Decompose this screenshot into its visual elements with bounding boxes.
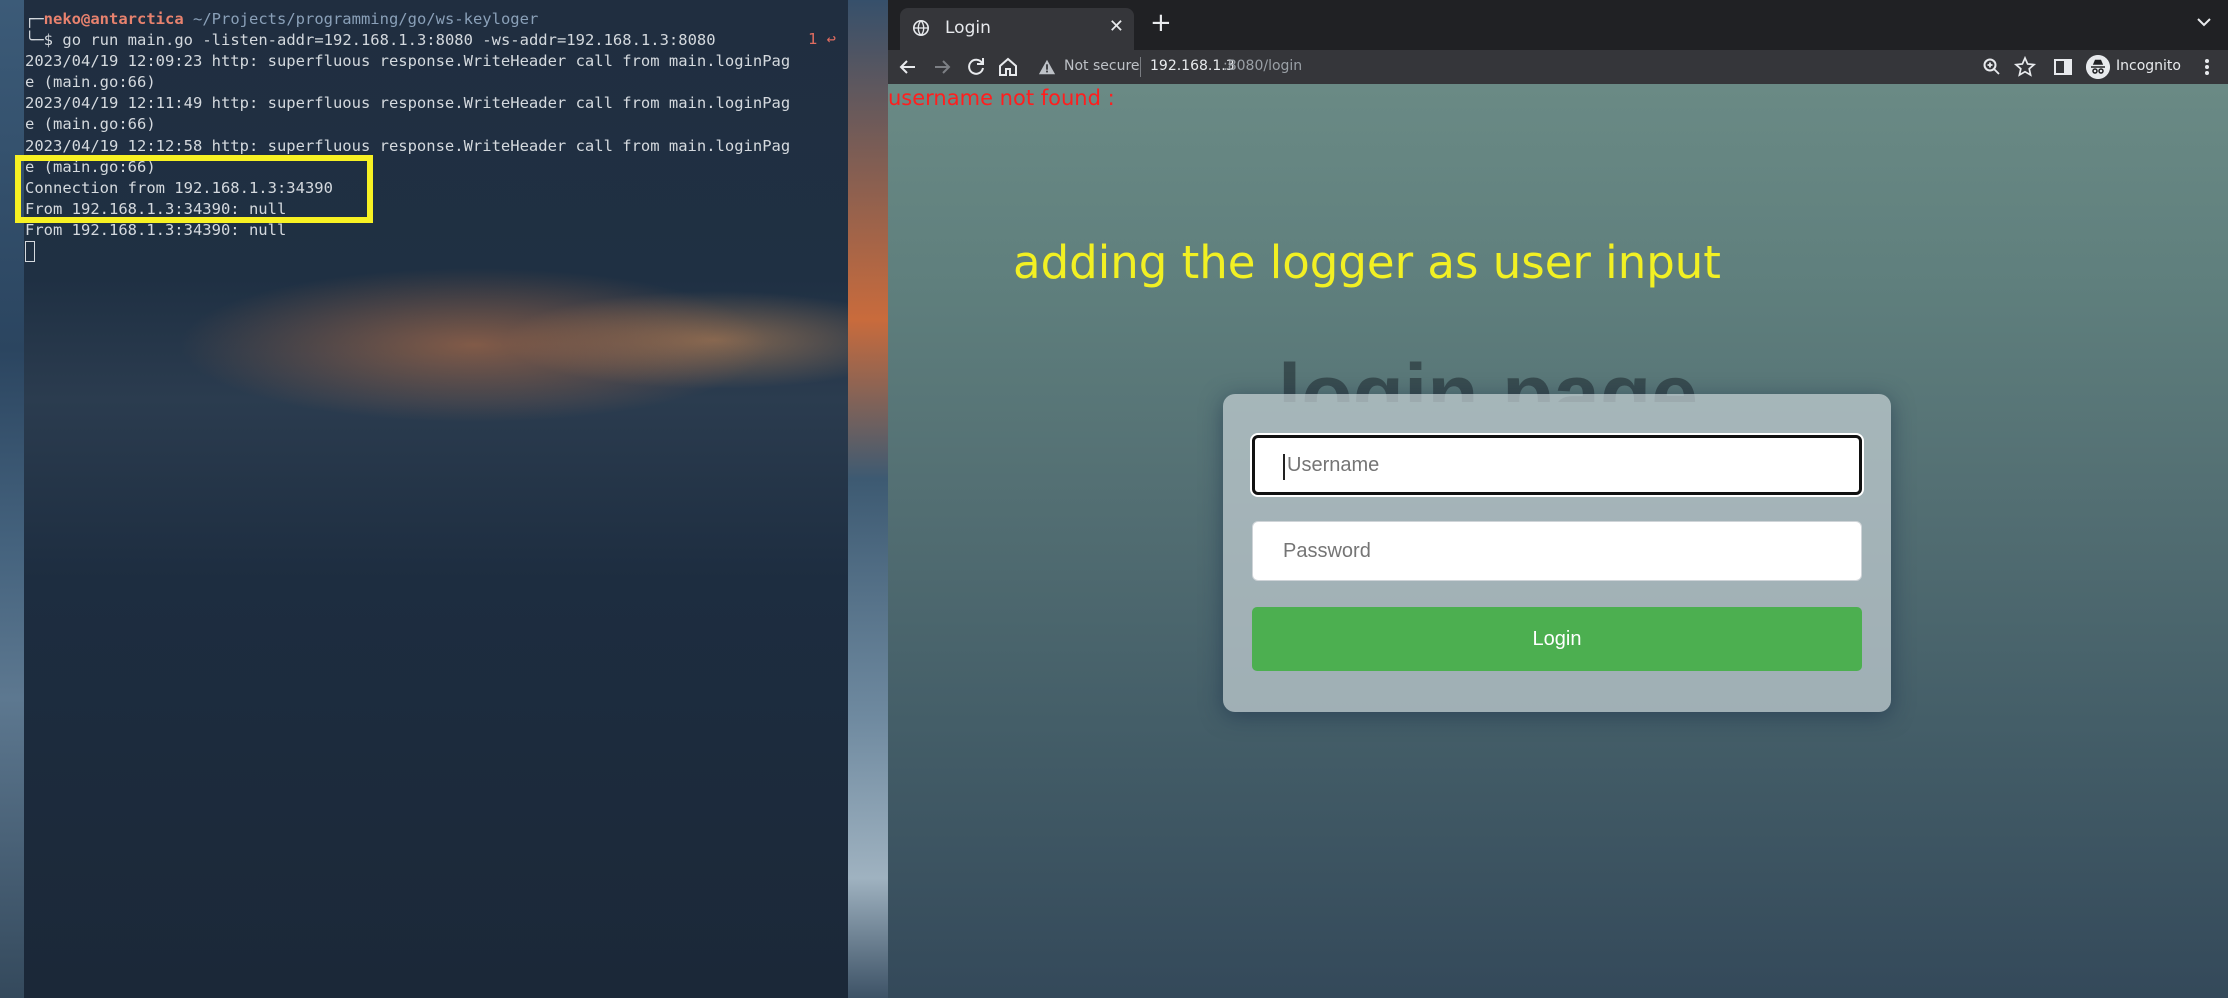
- zoom-icon[interactable]: [1980, 55, 2004, 79]
- username-placeholder: Username: [1287, 454, 1380, 476]
- plus-icon[interactable]: +: [1150, 10, 1172, 36]
- warning-icon[interactable]: [1038, 58, 1056, 76]
- tab-login[interactable]: Login ✕: [900, 8, 1134, 50]
- prompt-symbol: $: [43, 31, 54, 49]
- log-line: e (main.go:66): [25, 115, 156, 133]
- more-vert-icon[interactable]: [2196, 56, 2218, 78]
- text-caret: [1283, 454, 1285, 480]
- keylog-line: From 192.168.1.3:34390: null: [25, 221, 287, 239]
- password-input[interactable]: Password: [1252, 521, 1862, 581]
- back-arrow-icon[interactable]: [896, 55, 920, 79]
- prompt-user: neko@antarctica: [43, 10, 184, 28]
- desktop-wallpaper-gap: [848, 0, 888, 998]
- close-icon[interactable]: ✕: [1109, 16, 1124, 37]
- browser-window: Login ✕ + Not secure 192.168.1.3:8080/l…: [888, 0, 2228, 998]
- annotation-text: adding the logger as user input: [1013, 236, 1721, 289]
- page-viewport: username not found : adding the logger a…: [888, 84, 2228, 998]
- home-icon[interactable]: [996, 55, 1020, 79]
- star-icon[interactable]: [2013, 55, 2037, 79]
- address-bar[interactable]: Not secure 192.168.1.3 :8080/login: [1038, 53, 2058, 81]
- tab-title: Login: [945, 18, 991, 38]
- globe-icon: [912, 19, 930, 37]
- reload-icon[interactable]: [964, 55, 988, 79]
- log-line: 2023/04/19 12:11:49 http: superfluous re…: [25, 94, 791, 112]
- url-host: 192.168.1.3: [1150, 58, 1235, 74]
- command-line: ╰─$ go run main.go -listen-addr=192.168.…: [25, 31, 716, 49]
- terminal-window[interactable]: ┌─neko@antarctica ~/Projects/programming…: [15, 0, 848, 998]
- login-card: Username Password Login: [1223, 394, 1891, 712]
- error-message: username not found :: [888, 86, 1115, 110]
- side-panel-icon[interactable]: [2051, 55, 2075, 79]
- highlight-annotation-box: [15, 155, 373, 223]
- security-label: Not secure: [1064, 58, 1140, 74]
- terminal-cursor: [25, 241, 35, 262]
- tab-strip: Login ✕ +: [888, 0, 2228, 50]
- log-line: e (main.go:66): [25, 73, 156, 91]
- url-separator: [1140, 57, 1141, 77]
- log-line: 2023/04/19 12:12:58 http: superfluous re…: [25, 137, 791, 155]
- prompt-path: ~/Projects/programming/go/ws-keyloger: [193, 10, 539, 28]
- username-input[interactable]: Username: [1252, 435, 1862, 495]
- incognito-icon: [2086, 55, 2110, 79]
- profile-label: Incognito: [2116, 58, 2181, 74]
- login-button[interactable]: Login: [1252, 607, 1862, 671]
- command-text: go run main.go -listen-addr=192.168.1.3:…: [62, 31, 716, 49]
- url-path: :8080/login: [1223, 58, 1303, 74]
- browser-toolbar: Not secure 192.168.1.3 :8080/login Incog…: [888, 50, 2228, 84]
- chevron-down-icon[interactable]: [2194, 12, 2214, 32]
- password-placeholder: Password: [1283, 540, 1371, 562]
- prompt-line: ┌─neko@antarctica ~/Projects/programming…: [25, 10, 539, 28]
- forward-arrow-icon[interactable]: [930, 55, 954, 79]
- desktop-wallpaper-left: [0, 0, 24, 998]
- exit-code: 1 ↩: [808, 30, 836, 48]
- log-line: 2023/04/19 12:09:23 http: superfluous re…: [25, 52, 791, 70]
